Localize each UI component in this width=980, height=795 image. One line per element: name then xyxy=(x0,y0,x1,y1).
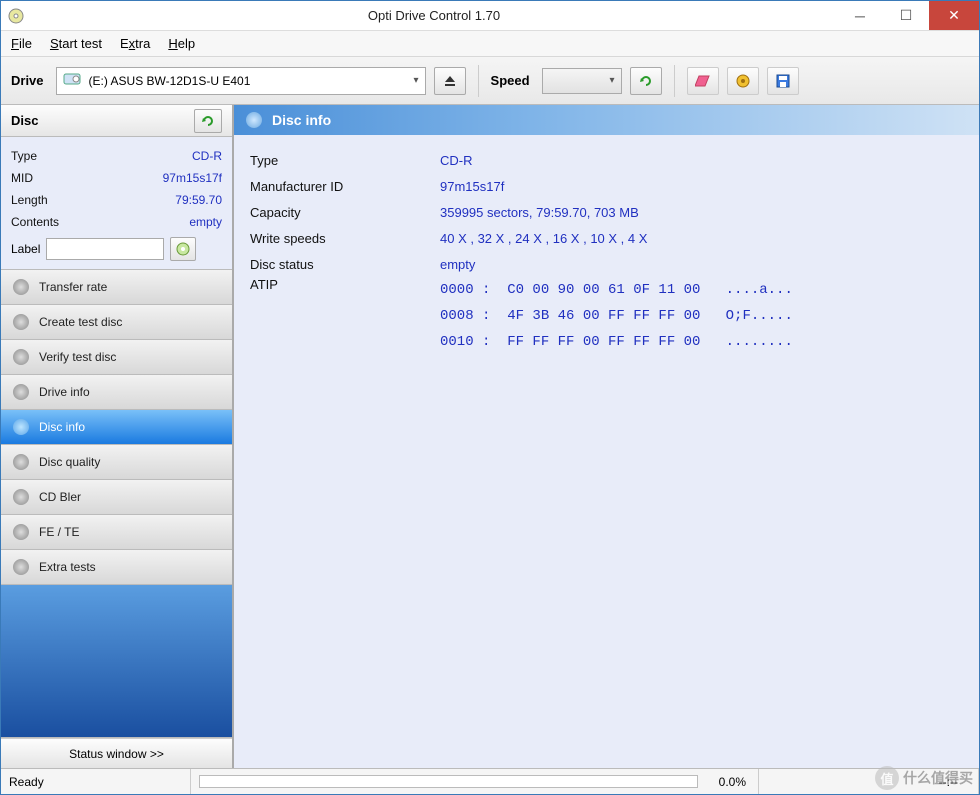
statusbar: Ready 0.0% --:-- xyxy=(1,768,979,794)
sidebar-item-verify-test-disc[interactable]: Verify test disc xyxy=(1,340,232,375)
status-progress: 0.0% xyxy=(191,769,759,794)
progress-bar xyxy=(199,775,698,788)
disc-icon xyxy=(13,454,29,470)
minimize-button[interactable]: ─ xyxy=(837,1,883,30)
disc-icon xyxy=(13,559,29,575)
sidebar-item-drive-info[interactable]: Drive info xyxy=(1,375,232,410)
label-label: Label xyxy=(11,242,40,256)
sidebar-item-fe-te[interactable]: FE / TE xyxy=(1,515,232,550)
progress-pct: 0.0% xyxy=(719,775,746,789)
menu-start-test[interactable]: Start test xyxy=(50,36,102,51)
sidebar-item-create-test-disc[interactable]: Create test disc xyxy=(1,305,232,340)
sidebar-item-cd-bler[interactable]: CD Bler xyxy=(1,480,232,515)
drive-select[interactable]: (E:) ASUS BW-12D1S-U E401 ▾ xyxy=(56,67,426,95)
disc-icon xyxy=(13,489,29,505)
content-header: Disc info xyxy=(234,105,979,135)
disc-header-label: Disc xyxy=(11,113,38,128)
disc-row-mid: MID97m15s17f xyxy=(11,167,222,189)
content-title: Disc info xyxy=(272,112,331,128)
write-label-button[interactable] xyxy=(170,237,196,261)
disc-summary: TypeCD-R MID97m15s17f Length79:59.70 Con… xyxy=(1,137,232,270)
info-row-write-speeds: Write speeds40 X , 32 X , 24 X , 16 X , … xyxy=(250,225,963,251)
main-area: Disc TypeCD-R MID97m15s17f Length79:59.7… xyxy=(1,105,979,768)
menubar: File Start test Extra Help xyxy=(1,31,979,57)
info-row-capacity: Capacity359995 sectors, 79:59.70, 703 MB xyxy=(250,199,963,225)
separator xyxy=(478,65,479,97)
erase-button[interactable] xyxy=(687,67,719,95)
menu-extra[interactable]: Extra xyxy=(120,36,150,51)
content-body: TypeCD-R Manufacturer ID97m15s17f Capaci… xyxy=(234,135,979,768)
disc-icon xyxy=(13,524,29,540)
sidebar: Disc TypeCD-R MID97m15s17f Length79:59.7… xyxy=(1,105,233,768)
disc-icon xyxy=(13,314,29,330)
atip-line: 0010 : FF FF FF 00 FF FF FF 00 ........ xyxy=(440,329,963,355)
sidebar-item-disc-info[interactable]: Disc info xyxy=(1,410,232,445)
disc-section-header: Disc xyxy=(1,105,232,137)
eject-button[interactable] xyxy=(434,67,466,95)
disc-icon xyxy=(13,279,29,295)
drive-value: (E:) ASUS BW-12D1S-U E401 xyxy=(89,74,251,88)
save-button[interactable] xyxy=(767,67,799,95)
info-row-atip: ATIP 0000 : C0 00 90 00 61 0F 11 00 ....… xyxy=(250,277,963,303)
status-window-toggle[interactable]: Status window >> xyxy=(1,738,232,768)
label-input[interactable] xyxy=(46,238,164,260)
settings-button[interactable] xyxy=(727,67,759,95)
disc-row-type: TypeCD-R xyxy=(11,145,222,167)
disc-icon xyxy=(13,419,29,435)
window-title: Opti Drive Control 1.70 xyxy=(31,8,837,23)
disc-icon xyxy=(13,384,29,400)
sidebar-fill xyxy=(1,585,232,738)
drive-label: Drive xyxy=(11,73,44,88)
info-row-manufacturer: Manufacturer ID97m15s17f xyxy=(250,173,963,199)
menu-file[interactable]: File xyxy=(11,36,32,51)
chevron-down-icon: ▾ xyxy=(414,75,419,86)
content-panel: Disc info TypeCD-R Manufacturer ID97m15s… xyxy=(233,105,979,768)
drive-icon xyxy=(63,72,81,89)
separator xyxy=(674,65,675,97)
atip-line: 0008 : 4F 3B 46 00 FF FF FF 00 O;F..... xyxy=(440,303,963,329)
status-ready: Ready xyxy=(1,769,191,794)
sidebar-item-disc-quality[interactable]: Disc quality xyxy=(1,445,232,480)
watermark: 值什么值得买 xyxy=(875,766,973,790)
menu-help[interactable]: Help xyxy=(168,36,195,51)
disc-icon xyxy=(13,349,29,365)
sidebar-item-transfer-rate[interactable]: Transfer rate xyxy=(1,270,232,305)
titlebar: Opti Drive Control 1.70 ─ ☐ ✕ xyxy=(1,1,979,31)
info-row-type: TypeCD-R xyxy=(250,147,963,173)
refresh-disc-button[interactable] xyxy=(194,109,222,133)
sidebar-item-extra-tests[interactable]: Extra tests xyxy=(1,550,232,585)
speed-select[interactable]: ▾ xyxy=(542,68,622,94)
toolbar: Drive (E:) ASUS BW-12D1S-U E401 ▾ Speed … xyxy=(1,57,979,105)
maximize-button[interactable]: ☐ xyxy=(883,1,929,30)
close-button[interactable]: ✕ xyxy=(929,1,979,30)
disc-row-length: Length79:59.70 xyxy=(11,189,222,211)
app-icon xyxy=(1,8,31,24)
speed-label: Speed xyxy=(491,73,530,88)
refresh-button[interactable] xyxy=(630,67,662,95)
info-row-disc-status: Disc statusempty xyxy=(250,251,963,277)
disc-row-contents: Contentsempty xyxy=(11,211,222,233)
disc-icon xyxy=(246,112,262,128)
